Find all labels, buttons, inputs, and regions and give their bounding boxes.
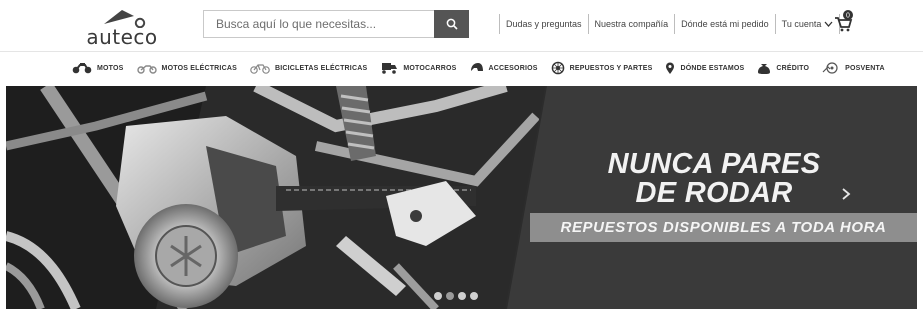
search-button[interactable] — [434, 10, 469, 38]
nav-label: DÓNDE ESTAMOS — [680, 64, 745, 72]
hero-headline-line1: NUNCA PARES — [607, 148, 821, 180]
nav-label: ACCESORIOS — [488, 64, 538, 72]
nav-label: MOTOS — [97, 64, 124, 72]
slide-dot[interactable] — [470, 292, 478, 300]
electric-bicycle-icon — [250, 62, 270, 74]
auteco-logo[interactable]: auteco — [82, 6, 162, 49]
account-menu[interactable]: Tu cuenta — [776, 13, 840, 35]
header-divider — [0, 51, 923, 52]
nav-item-motos[interactable]: MOTOS — [72, 62, 124, 74]
hero-promo: NUNCA PARES DE RODAR REPUESTOS DISPONIBL… — [6, 86, 917, 309]
nav-label: CRÉDITO — [776, 64, 810, 72]
location-pin-icon — [665, 62, 675, 75]
hero-subtitle: REPUESTOS DISPONIBLES A TODA HORA — [560, 219, 887, 236]
next-slide-button[interactable] — [838, 182, 856, 206]
logo-text: auteco — [86, 25, 158, 49]
company-link[interactable]: Nuestra compañía — [589, 13, 675, 35]
nav-label: REPUESTOS Y PARTES — [569, 64, 653, 72]
faq-link[interactable]: Dudas y preguntas — [500, 13, 588, 35]
motorcycle-icon — [72, 62, 92, 74]
order-status-link[interactable]: Dónde está mi pedido — [675, 13, 775, 35]
nav-item-motos-electricas[interactable]: MOTOS ELÉCTRICAS — [136, 62, 237, 74]
nav-label: MOTOS ELÉCTRICAS — [161, 64, 237, 72]
nav-item-accesorios[interactable]: ACCESORIOS — [470, 62, 538, 74]
chevron-down-icon — [824, 21, 833, 27]
nav-item-posventa[interactable]: POSVENTA — [822, 61, 885, 75]
nav-label: MOTOCARROS — [403, 64, 457, 72]
search-icon — [446, 18, 458, 30]
header-links: Dudas y preguntas Nuestra compañía Dónde… — [499, 12, 841, 36]
hero-headline: NUNCA PARES DE RODAR — [584, 150, 844, 208]
nav-item-donde-estamos[interactable]: DÓNDE ESTAMOS — [665, 62, 744, 75]
motocarro-icon — [380, 62, 398, 74]
nav-label: BICICLETAS ELÉCTRICAS — [274, 64, 368, 72]
nav-item-credito[interactable]: CRÉDITO — [757, 62, 809, 75]
account-label: Tu cuenta — [781, 19, 822, 29]
money-bag-icon — [757, 62, 771, 75]
nav-label: POSVENTA — [845, 64, 885, 72]
search-bar — [203, 10, 469, 38]
chevron-right-icon — [842, 188, 851, 200]
service-icon — [822, 61, 840, 75]
gear-icon — [551, 61, 565, 75]
cart-icon: 0 — [835, 10, 853, 32]
nav-item-motocarros[interactable]: MOTOCARROS — [380, 62, 456, 74]
helmet-icon — [470, 62, 484, 74]
hero-subtitle-strip: REPUESTOS DISPONIBLES A TODA HORA — [530, 213, 917, 242]
hero-banner[interactable]: NUNCA PARES DE RODAR REPUESTOS DISPONIBL… — [6, 86, 917, 309]
slide-indicators — [434, 292, 478, 300]
slide-dot-active[interactable] — [446, 292, 454, 300]
cart-count: 0 — [846, 12, 850, 19]
site-header: auteco Dudas y preguntas Nuestra compañí… — [0, 0, 923, 52]
cart-button[interactable]: 0 — [833, 9, 855, 33]
hero-headline-line2: DE RODAR — [635, 177, 793, 209]
slide-dot[interactable] — [458, 292, 466, 300]
nav-item-bicicletas-electricas[interactable]: BICICLETAS ELÉCTRICAS — [250, 62, 367, 74]
main-nav: MOTOS MOTOS ELÉCTRICAS BICICLETAS ELÉCTR… — [72, 58, 898, 78]
electric-motorcycle-icon — [136, 62, 157, 74]
search-input[interactable] — [204, 11, 434, 37]
slide-dot[interactable] — [434, 292, 442, 300]
nav-item-repuestos[interactable]: REPUESTOS Y PARTES — [551, 61, 653, 75]
